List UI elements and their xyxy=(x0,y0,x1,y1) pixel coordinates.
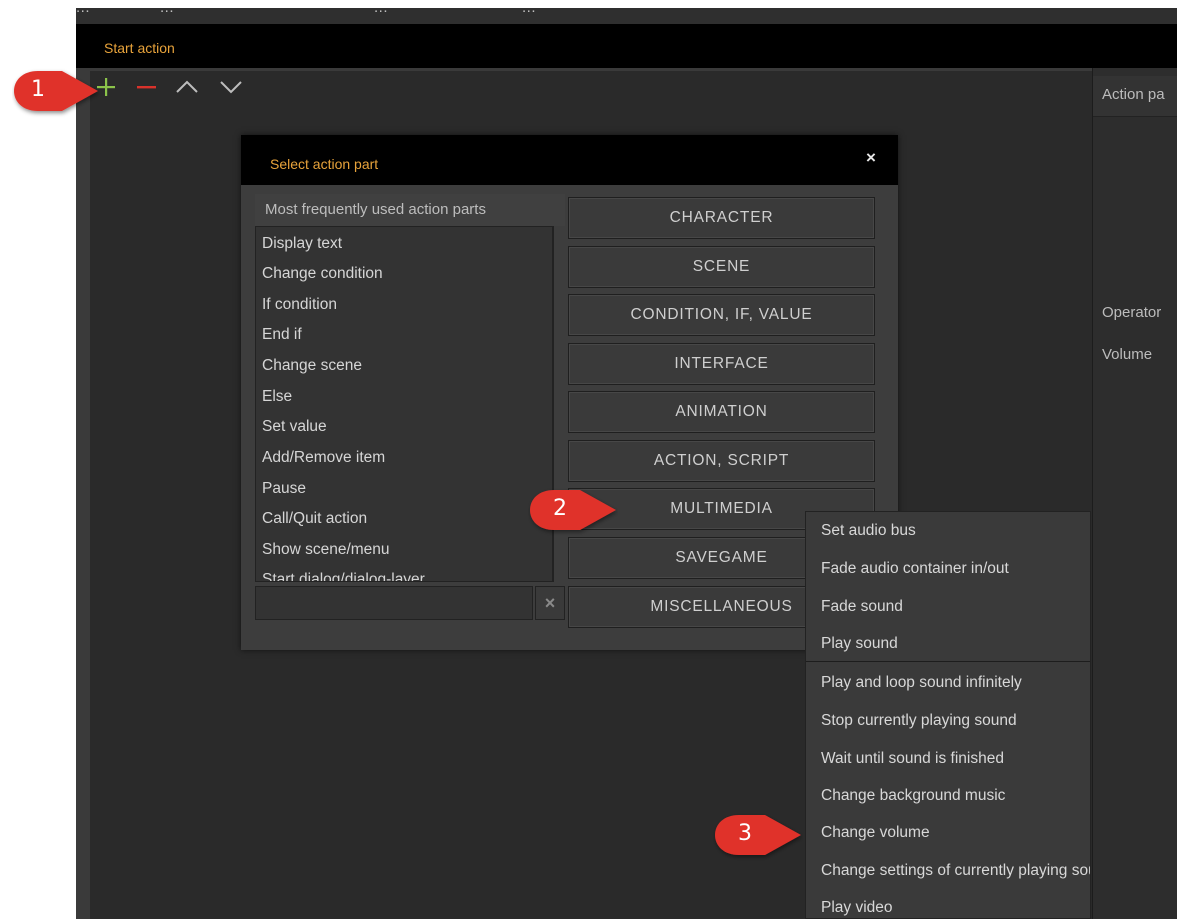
menu-item[interactable]: Change settings of currently playing sou… xyxy=(821,862,1090,880)
dialog-title-bar: Select action part × xyxy=(241,135,898,185)
callout-marker-1: 1 xyxy=(12,68,100,118)
list-item[interactable]: Change scene xyxy=(262,357,362,375)
list-item[interactable]: Start dialog/dialog-layer xyxy=(262,571,425,581)
window-title: Start action xyxy=(104,40,175,56)
top-menu-item[interactable]: ... xyxy=(522,8,536,16)
volume-label: Volume xyxy=(1102,346,1153,363)
category-button-animation[interactable]: ANIMATION xyxy=(568,391,875,433)
menu-item[interactable]: Fade audio container in/out xyxy=(821,560,1009,578)
multimedia-submenu: Set audio bus Fade audio container in/ou… xyxy=(805,511,1091,919)
window-title-bar: Start action xyxy=(76,24,1177,68)
properties-title: Action pa xyxy=(1102,86,1165,103)
menu-item[interactable]: Change volume xyxy=(821,824,930,842)
list-item[interactable]: End if xyxy=(262,326,302,344)
frequent-parts-header: Most frequently used action parts xyxy=(255,194,565,226)
list-item[interactable]: Add/Remove item xyxy=(262,449,385,467)
top-menu-item[interactable]: ... xyxy=(160,8,174,16)
list-item[interactable]: Else xyxy=(262,388,292,406)
callout-number: 2 xyxy=(553,496,567,521)
list-item[interactable]: Call/Quit action xyxy=(262,510,367,528)
menu-item[interactable]: Play sound xyxy=(821,635,898,653)
close-icon[interactable]: × xyxy=(862,149,880,167)
frequent-parts-list[interactable]: Display text Change condition If conditi… xyxy=(255,226,553,582)
select-action-part-dialog: Select action part × Most frequently use… xyxy=(241,135,898,650)
top-menu-item[interactable]: ... xyxy=(76,8,90,16)
minus-icon[interactable] xyxy=(133,74,159,100)
clear-search-icon[interactable]: × xyxy=(535,586,565,620)
chevron-down-icon[interactable] xyxy=(218,74,244,100)
menu-item[interactable]: Fade sound xyxy=(821,598,903,616)
menu-item[interactable]: Play video xyxy=(821,899,893,917)
list-item[interactable]: Show scene/menu xyxy=(262,541,390,559)
top-menu-strip: ... ... ... ... xyxy=(76,8,1177,24)
list-item[interactable]: Pause xyxy=(262,480,306,498)
menu-item[interactable]: Wait until sound is finished xyxy=(821,750,1004,768)
list-item[interactable]: Display text xyxy=(262,235,342,253)
menu-item[interactable]: Set audio bus xyxy=(821,522,916,540)
callout-marker-2: 2 xyxy=(528,487,618,537)
menu-item[interactable]: Stop currently playing sound xyxy=(821,712,1017,730)
callout-marker-3: 3 xyxy=(713,812,803,862)
chevron-up-icon[interactable] xyxy=(174,74,200,100)
menu-separator xyxy=(806,661,1090,662)
list-item[interactable]: Change condition xyxy=(262,265,383,283)
category-button-action-script[interactable]: ACTION, SCRIPT xyxy=(568,440,875,482)
list-item[interactable]: Set value xyxy=(262,418,327,436)
menu-item[interactable]: Play and loop sound infinitely xyxy=(821,674,1022,692)
category-button-scene[interactable]: SCENE xyxy=(568,246,875,288)
top-menu-item[interactable]: ... xyxy=(374,8,388,16)
category-button-character[interactable]: CHARACTER xyxy=(568,197,875,239)
menu-item[interactable]: Change background music xyxy=(821,787,1005,805)
callout-number: 3 xyxy=(738,821,752,846)
action-part-properties-pane: Action pa Operator Volume xyxy=(1092,68,1177,919)
search-input[interactable] xyxy=(255,586,533,620)
category-button-condition[interactable]: CONDITION, IF, VALUE xyxy=(568,294,875,336)
callout-number: 1 xyxy=(31,77,45,102)
category-button-interface[interactable]: INTERFACE xyxy=(568,343,875,385)
list-item[interactable]: If condition xyxy=(262,296,337,314)
dialog-title: Select action part xyxy=(270,156,379,172)
operator-label: Operator xyxy=(1102,304,1162,321)
